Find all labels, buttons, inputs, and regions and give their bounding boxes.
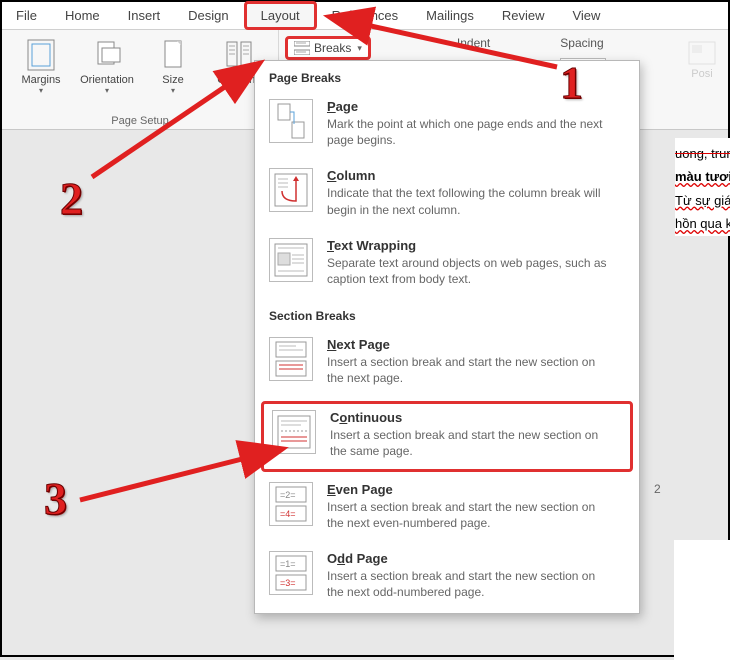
callout-2: 2 [60, 172, 83, 225]
arrow-1 [2, 2, 730, 659]
callout-1: 1 [560, 56, 583, 109]
callout-3: 3 [44, 472, 67, 525]
